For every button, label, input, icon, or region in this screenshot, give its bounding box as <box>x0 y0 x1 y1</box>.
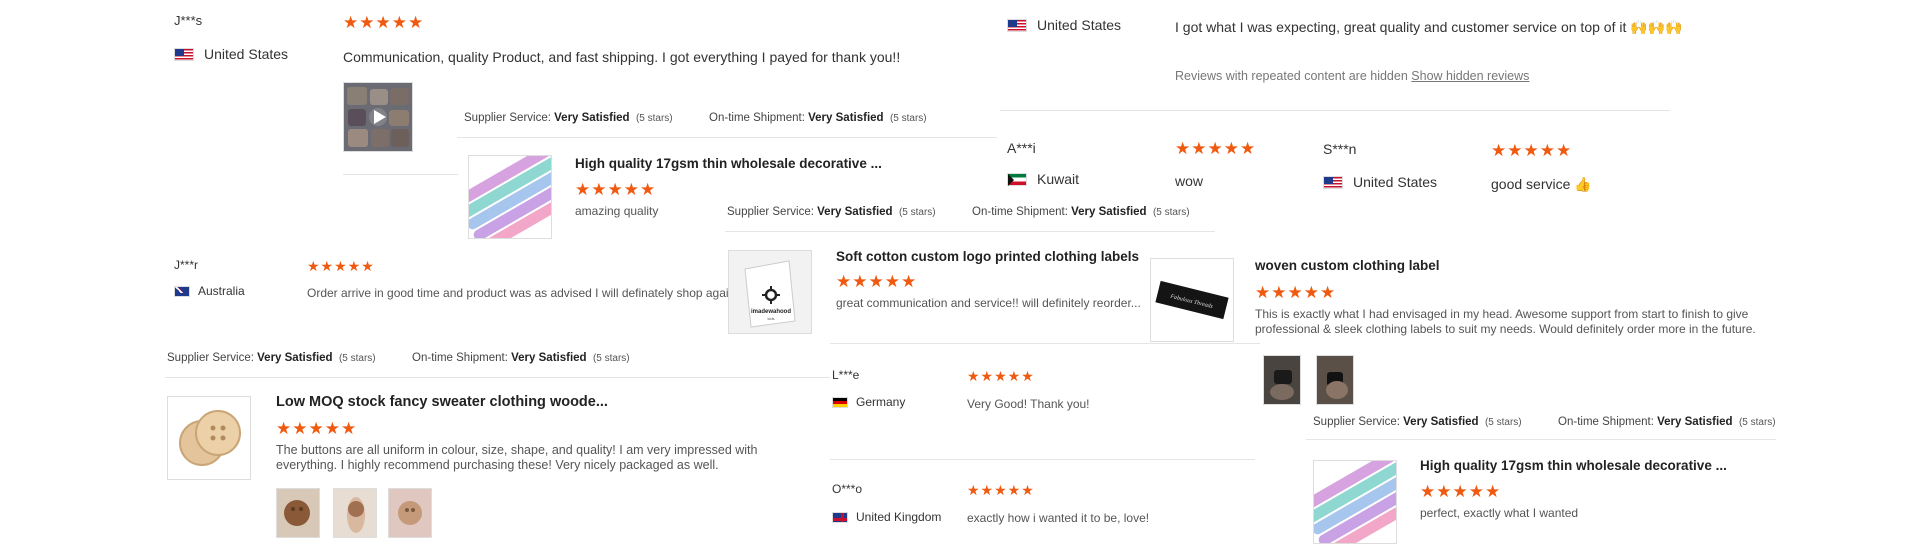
reviewer-name: S***n <box>1323 141 1357 157</box>
supplier-rating-line: Supplier Service: Very Satisfied (5 star… <box>464 112 927 124</box>
rating-stars: ★★★★★ <box>1255 283 1337 302</box>
photo-image <box>1317 356 1353 404</box>
product-image[interactable] <box>1313 460 1397 544</box>
rating-stars: ★★★★★ <box>1491 141 1573 160</box>
reviewer-name: J***s <box>174 13 203 28</box>
us-flag-icon <box>1323 175 1343 189</box>
reviewer-country: United Kingdom <box>832 510 941 524</box>
product-title[interactable]: Soft cotton custom logo printed clothing… <box>836 249 1139 264</box>
review-text: Order arrive in good time and product wa… <box>307 286 736 300</box>
rating-stars: ★★★★★ <box>575 180 657 199</box>
product-image[interactable]: imadewahood kids <box>728 250 812 334</box>
product-title[interactable]: Low MOQ stock fancy sweater clothing woo… <box>276 394 608 410</box>
rating-stars: ★★★★★ <box>1420 482 1502 501</box>
reviewer-country: United States <box>1007 17 1121 33</box>
product-title[interactable]: woven custom clothing label <box>1255 258 1440 273</box>
reviewer-country: United States <box>174 46 288 62</box>
reviewer-name: L***e <box>832 368 860 382</box>
rating-stars: ★★★★★ <box>967 482 1035 498</box>
kuwait-flag-icon <box>1007 172 1027 186</box>
review-text: Very Good! Thank you! <box>967 397 1090 411</box>
us-flag-icon <box>174 47 194 61</box>
reviewer-country: Australia <box>174 284 245 298</box>
review-photo[interactable] <box>388 488 432 538</box>
review-text: amazing quality <box>575 204 659 218</box>
review-text: wow <box>1175 173 1204 189</box>
label-brand-text: imadewahood <box>751 309 791 315</box>
supplier-rating-line: Supplier Service: Very Satisfied (5 star… <box>1313 416 1776 428</box>
rating-stars: ★★★★★ <box>967 368 1035 384</box>
photo-image <box>277 489 319 537</box>
germany-flag-icon <box>832 396 848 408</box>
reviewer-name: J***r <box>174 258 199 272</box>
country-label: United States <box>204 46 289 62</box>
rating-stars: ★★★★★ <box>343 13 425 32</box>
product-title[interactable]: High quality 17gsm thin wholesale decora… <box>575 156 882 171</box>
review-text: good service 👍 <box>1491 176 1592 192</box>
uk-flag-icon <box>832 511 848 523</box>
review-photo[interactable] <box>1263 355 1301 405</box>
rating-stars: ★★★★★ <box>1175 139 1257 158</box>
photo-image <box>1264 356 1300 404</box>
review-text: The buttons are all uniform in colour, s… <box>276 443 758 472</box>
rating-stars: ★★★★★ <box>307 258 375 274</box>
product-image[interactable] <box>468 155 552 239</box>
review-text: perfect, exactly what I wanted <box>1420 506 1579 520</box>
review-photo[interactable] <box>1316 355 1354 405</box>
hidden-reviews-note: Reviews with repeated content are hidden… <box>1175 69 1530 83</box>
show-hidden-reviews-link[interactable]: Show hidden reviews <box>1411 69 1529 83</box>
review-text: I got what I was expecting, great qualit… <box>1175 19 1683 35</box>
review-text: Communication, quality Product, and fast… <box>343 49 901 65</box>
video-thumbnail-image <box>344 83 412 151</box>
rating-stars: ★★★★★ <box>836 272 918 291</box>
reviewer-country: United States <box>1323 174 1437 190</box>
product-image[interactable]: Fabulous Threads <box>1150 258 1234 342</box>
reviewer-name: A***i <box>1007 140 1036 156</box>
review-text: exactly how i wanted it to be, love! <box>967 511 1150 525</box>
rating-stars: ★★★★★ <box>276 419 358 438</box>
review-text: This is exactly what I had envisaged in … <box>1255 307 1756 336</box>
supplier-rating-line: Supplier Service: Very Satisfied (5 star… <box>167 352 630 364</box>
supplier-rating-line: Supplier Service: Very Satisfied (5 star… <box>727 206 1190 218</box>
review-photo[interactable] <box>333 488 377 538</box>
product-title[interactable]: High quality 17gsm thin wholesale decora… <box>1420 458 1727 473</box>
wooden-buttons-image <box>168 397 250 479</box>
label-sub-text: kids <box>767 316 774 321</box>
reviewer-country: Germany <box>832 395 905 409</box>
reviewer-country: Kuwait <box>1007 171 1079 187</box>
us-flag-icon <box>1007 18 1027 32</box>
photo-image <box>389 489 431 537</box>
australia-flag-icon <box>174 285 190 297</box>
product-image[interactable] <box>167 396 251 480</box>
photo-image <box>334 489 376 537</box>
review-photo[interactable] <box>276 488 320 538</box>
review-text: great communication and service!! will d… <box>836 296 1141 310</box>
reviewer-name: O***o <box>832 482 863 496</box>
tissue-rolls-image <box>469 156 551 238</box>
printed-label-image: imadewahood kids <box>729 251 811 333</box>
tissue-rolls-image <box>1314 461 1396 543</box>
woven-label-image: Fabulous Threads <box>1151 259 1233 341</box>
review-video-thumbnail[interactable] <box>343 82 413 152</box>
